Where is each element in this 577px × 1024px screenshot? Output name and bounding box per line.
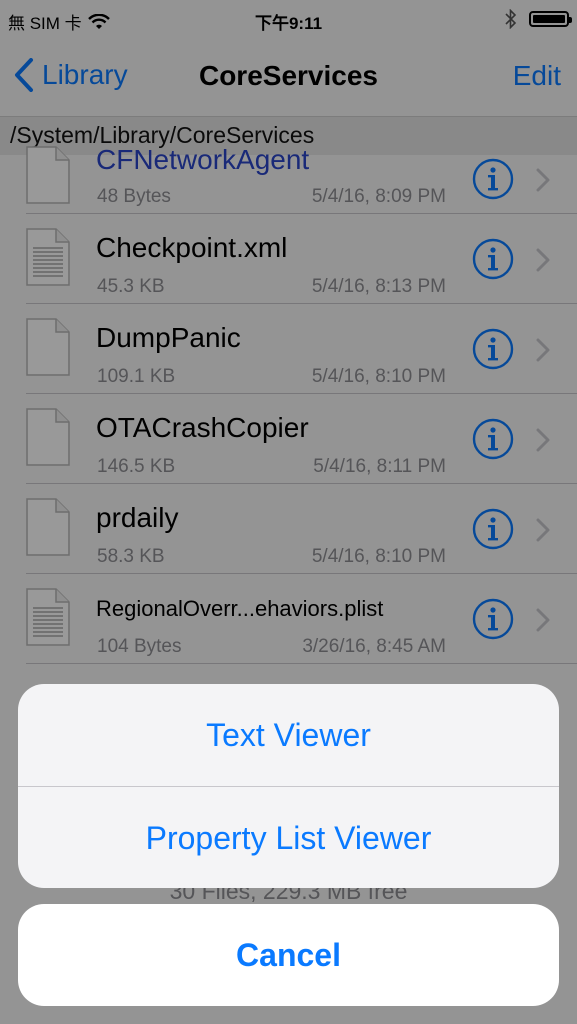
text-viewer-option[interactable]: Text Viewer xyxy=(18,684,559,786)
cancel-sheet: Cancel xyxy=(18,904,559,1006)
property-list-viewer-option[interactable]: Property List Viewer xyxy=(18,786,559,888)
action-sheet: Text Viewer Property List Viewer xyxy=(18,684,559,888)
cancel-button[interactable]: Cancel xyxy=(18,904,559,1006)
